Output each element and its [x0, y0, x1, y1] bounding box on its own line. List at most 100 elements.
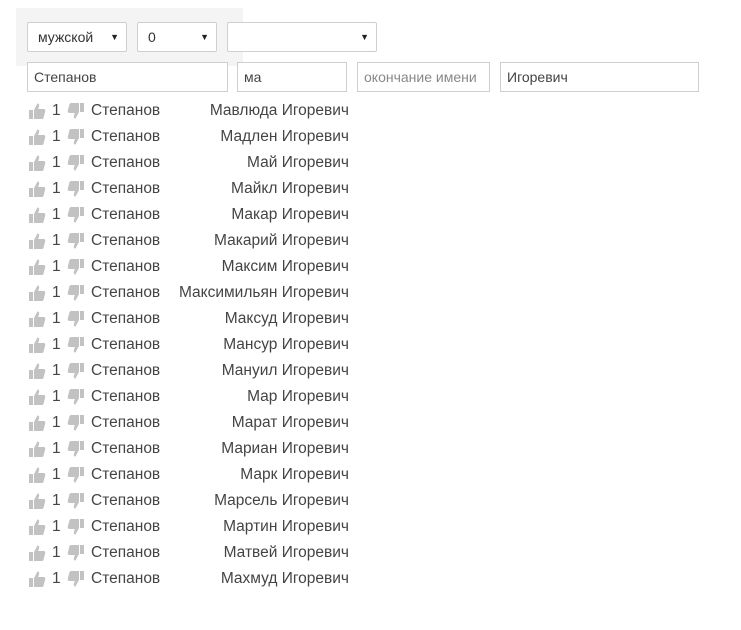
result-full-name: Мар Игоревич: [247, 388, 349, 405]
result-row: 1 Степанов Мавлюда Игоревич: [28, 98, 368, 124]
name-end-input[interactable]: [357, 62, 490, 92]
result-surname: Степанов: [91, 362, 161, 379]
chevron-down-icon: ▼: [200, 32, 209, 42]
thumbs-up-icon[interactable]: [28, 180, 46, 198]
result-surname: Степанов: [91, 284, 161, 301]
result-row: 1 Степанов Мадлен Игоревич: [28, 124, 368, 150]
result-full-name: Максим Игоревич: [221, 258, 349, 275]
result-row: 1 Степанов Мансур Игоревич: [28, 332, 368, 358]
result-full-name: Марк Игоревич: [240, 466, 349, 483]
name-start-input[interactable]: [237, 62, 347, 92]
thumbs-up-icon[interactable]: [28, 466, 46, 484]
thumbs-down-icon[interactable]: [67, 284, 85, 302]
patronymic-input[interactable]: [500, 62, 699, 92]
vote-count: 1: [52, 466, 61, 483]
thumbs-down-icon[interactable]: [67, 336, 85, 354]
chevron-down-icon: ▼: [360, 32, 369, 42]
result-full-name: Макар Игоревич: [231, 206, 349, 223]
thumbs-down-icon[interactable]: [67, 388, 85, 406]
thumbs-up-icon[interactable]: [28, 518, 46, 536]
thumbs-up-icon[interactable]: [28, 362, 46, 380]
vote-count: 1: [52, 570, 61, 587]
result-surname: Степанов: [91, 128, 161, 145]
thumbs-up-icon[interactable]: [28, 258, 46, 276]
thumbs-up-icon[interactable]: [28, 310, 46, 328]
result-surname: Степанов: [91, 440, 161, 457]
result-row: 1 Степанов Марсель Игоревич: [28, 488, 368, 514]
result-full-name: Марсель Игоревич: [214, 492, 349, 509]
thumbs-down-icon[interactable]: [67, 154, 85, 172]
vote-count: 1: [52, 336, 61, 353]
thumbs-down-icon[interactable]: [67, 466, 85, 484]
thumbs-up-icon[interactable]: [28, 492, 46, 510]
thumbs-down-icon[interactable]: [67, 492, 85, 510]
thumbs-down-icon[interactable]: [67, 180, 85, 198]
vote-count: 1: [52, 206, 61, 223]
thumbs-down-icon[interactable]: [67, 362, 85, 380]
result-row: 1 Степанов Макарий Игоревич: [28, 228, 368, 254]
result-full-name: Май Игоревич: [247, 154, 349, 171]
thumbs-up-icon[interactable]: [28, 102, 46, 120]
thumbs-down-icon[interactable]: [67, 206, 85, 224]
thumbs-up-icon[interactable]: [28, 284, 46, 302]
count-select[interactable]: 0 ▼: [137, 22, 217, 52]
third-select[interactable]: ▼: [227, 22, 377, 52]
result-full-name: Максимильян Игоревич: [178, 284, 349, 301]
result-full-name: Мартин Игоревич: [223, 518, 349, 535]
result-surname: Степанов: [91, 154, 161, 171]
thumbs-down-icon[interactable]: [67, 570, 85, 588]
count-select-value: 0: [148, 29, 156, 45]
thumbs-up-icon[interactable]: [28, 544, 46, 562]
vote-count: 1: [52, 310, 61, 327]
vote-count: 1: [52, 128, 61, 145]
vote-count: 1: [52, 232, 61, 249]
result-surname: Степанов: [91, 544, 161, 561]
thumbs-down-icon[interactable]: [67, 518, 85, 536]
thumbs-down-icon[interactable]: [67, 310, 85, 328]
thumbs-down-icon[interactable]: [67, 258, 85, 276]
result-row: 1 Степанов Марк Игоревич: [28, 462, 368, 488]
thumbs-up-icon[interactable]: [28, 414, 46, 432]
thumbs-up-icon[interactable]: [28, 440, 46, 458]
result-surname: Степанов: [91, 258, 161, 275]
thumbs-up-icon[interactable]: [28, 128, 46, 146]
result-row: 1 Степанов Мар Игоревич: [28, 384, 368, 410]
result-full-name: Мансур Игоревич: [223, 336, 349, 353]
thumbs-down-icon[interactable]: [67, 544, 85, 562]
result-full-name: Марат Игоревич: [231, 414, 349, 431]
result-full-name: Мадлен Игоревич: [220, 128, 349, 145]
result-surname: Степанов: [91, 310, 161, 327]
result-row: 1 Степанов Мартин Игоревич: [28, 514, 368, 540]
thumbs-up-icon[interactable]: [28, 570, 46, 588]
thumbs-down-icon[interactable]: [67, 414, 85, 432]
gender-select[interactable]: мужской ▼: [27, 22, 127, 52]
result-full-name: Макарий Игоревич: [214, 232, 349, 249]
thumbs-down-icon[interactable]: [67, 440, 85, 458]
result-row: 1 Степанов Макар Игоревич: [28, 202, 368, 228]
result-row: 1 Степанов Майкл Игоревич: [28, 176, 368, 202]
thumbs-up-icon[interactable]: [28, 232, 46, 250]
result-full-name: Мавлюда Игоревич: [209, 102, 349, 119]
thumbs-up-icon[interactable]: [28, 206, 46, 224]
thumbs-up-icon[interactable]: [28, 154, 46, 172]
result-full-name: Майкл Игоревич: [231, 180, 349, 197]
thumbs-down-icon[interactable]: [67, 102, 85, 120]
gender-select-value: мужской: [38, 29, 94, 45]
result-full-name: Максуд Игоревич: [224, 310, 349, 327]
result-row: 1 Степанов Максимильян Игоревич: [28, 280, 368, 306]
vote-count: 1: [52, 414, 61, 431]
thumbs-down-icon[interactable]: [67, 232, 85, 250]
result-surname: Степанов: [91, 102, 161, 119]
result-surname: Степанов: [91, 466, 161, 483]
vote-count: 1: [52, 284, 61, 301]
result-row: 1 Степанов Максим Игоревич: [28, 254, 368, 280]
result-row: 1 Степанов Май Игоревич: [28, 150, 368, 176]
thumbs-up-icon[interactable]: [28, 388, 46, 406]
surname-input[interactable]: [27, 62, 228, 92]
result-row: 1 Степанов Максуд Игоревич: [28, 306, 368, 332]
thumbs-down-icon[interactable]: [67, 128, 85, 146]
thumbs-up-icon[interactable]: [28, 336, 46, 354]
result-surname: Степанов: [91, 414, 161, 431]
vote-count: 1: [52, 154, 61, 171]
vote-count: 1: [52, 440, 61, 457]
